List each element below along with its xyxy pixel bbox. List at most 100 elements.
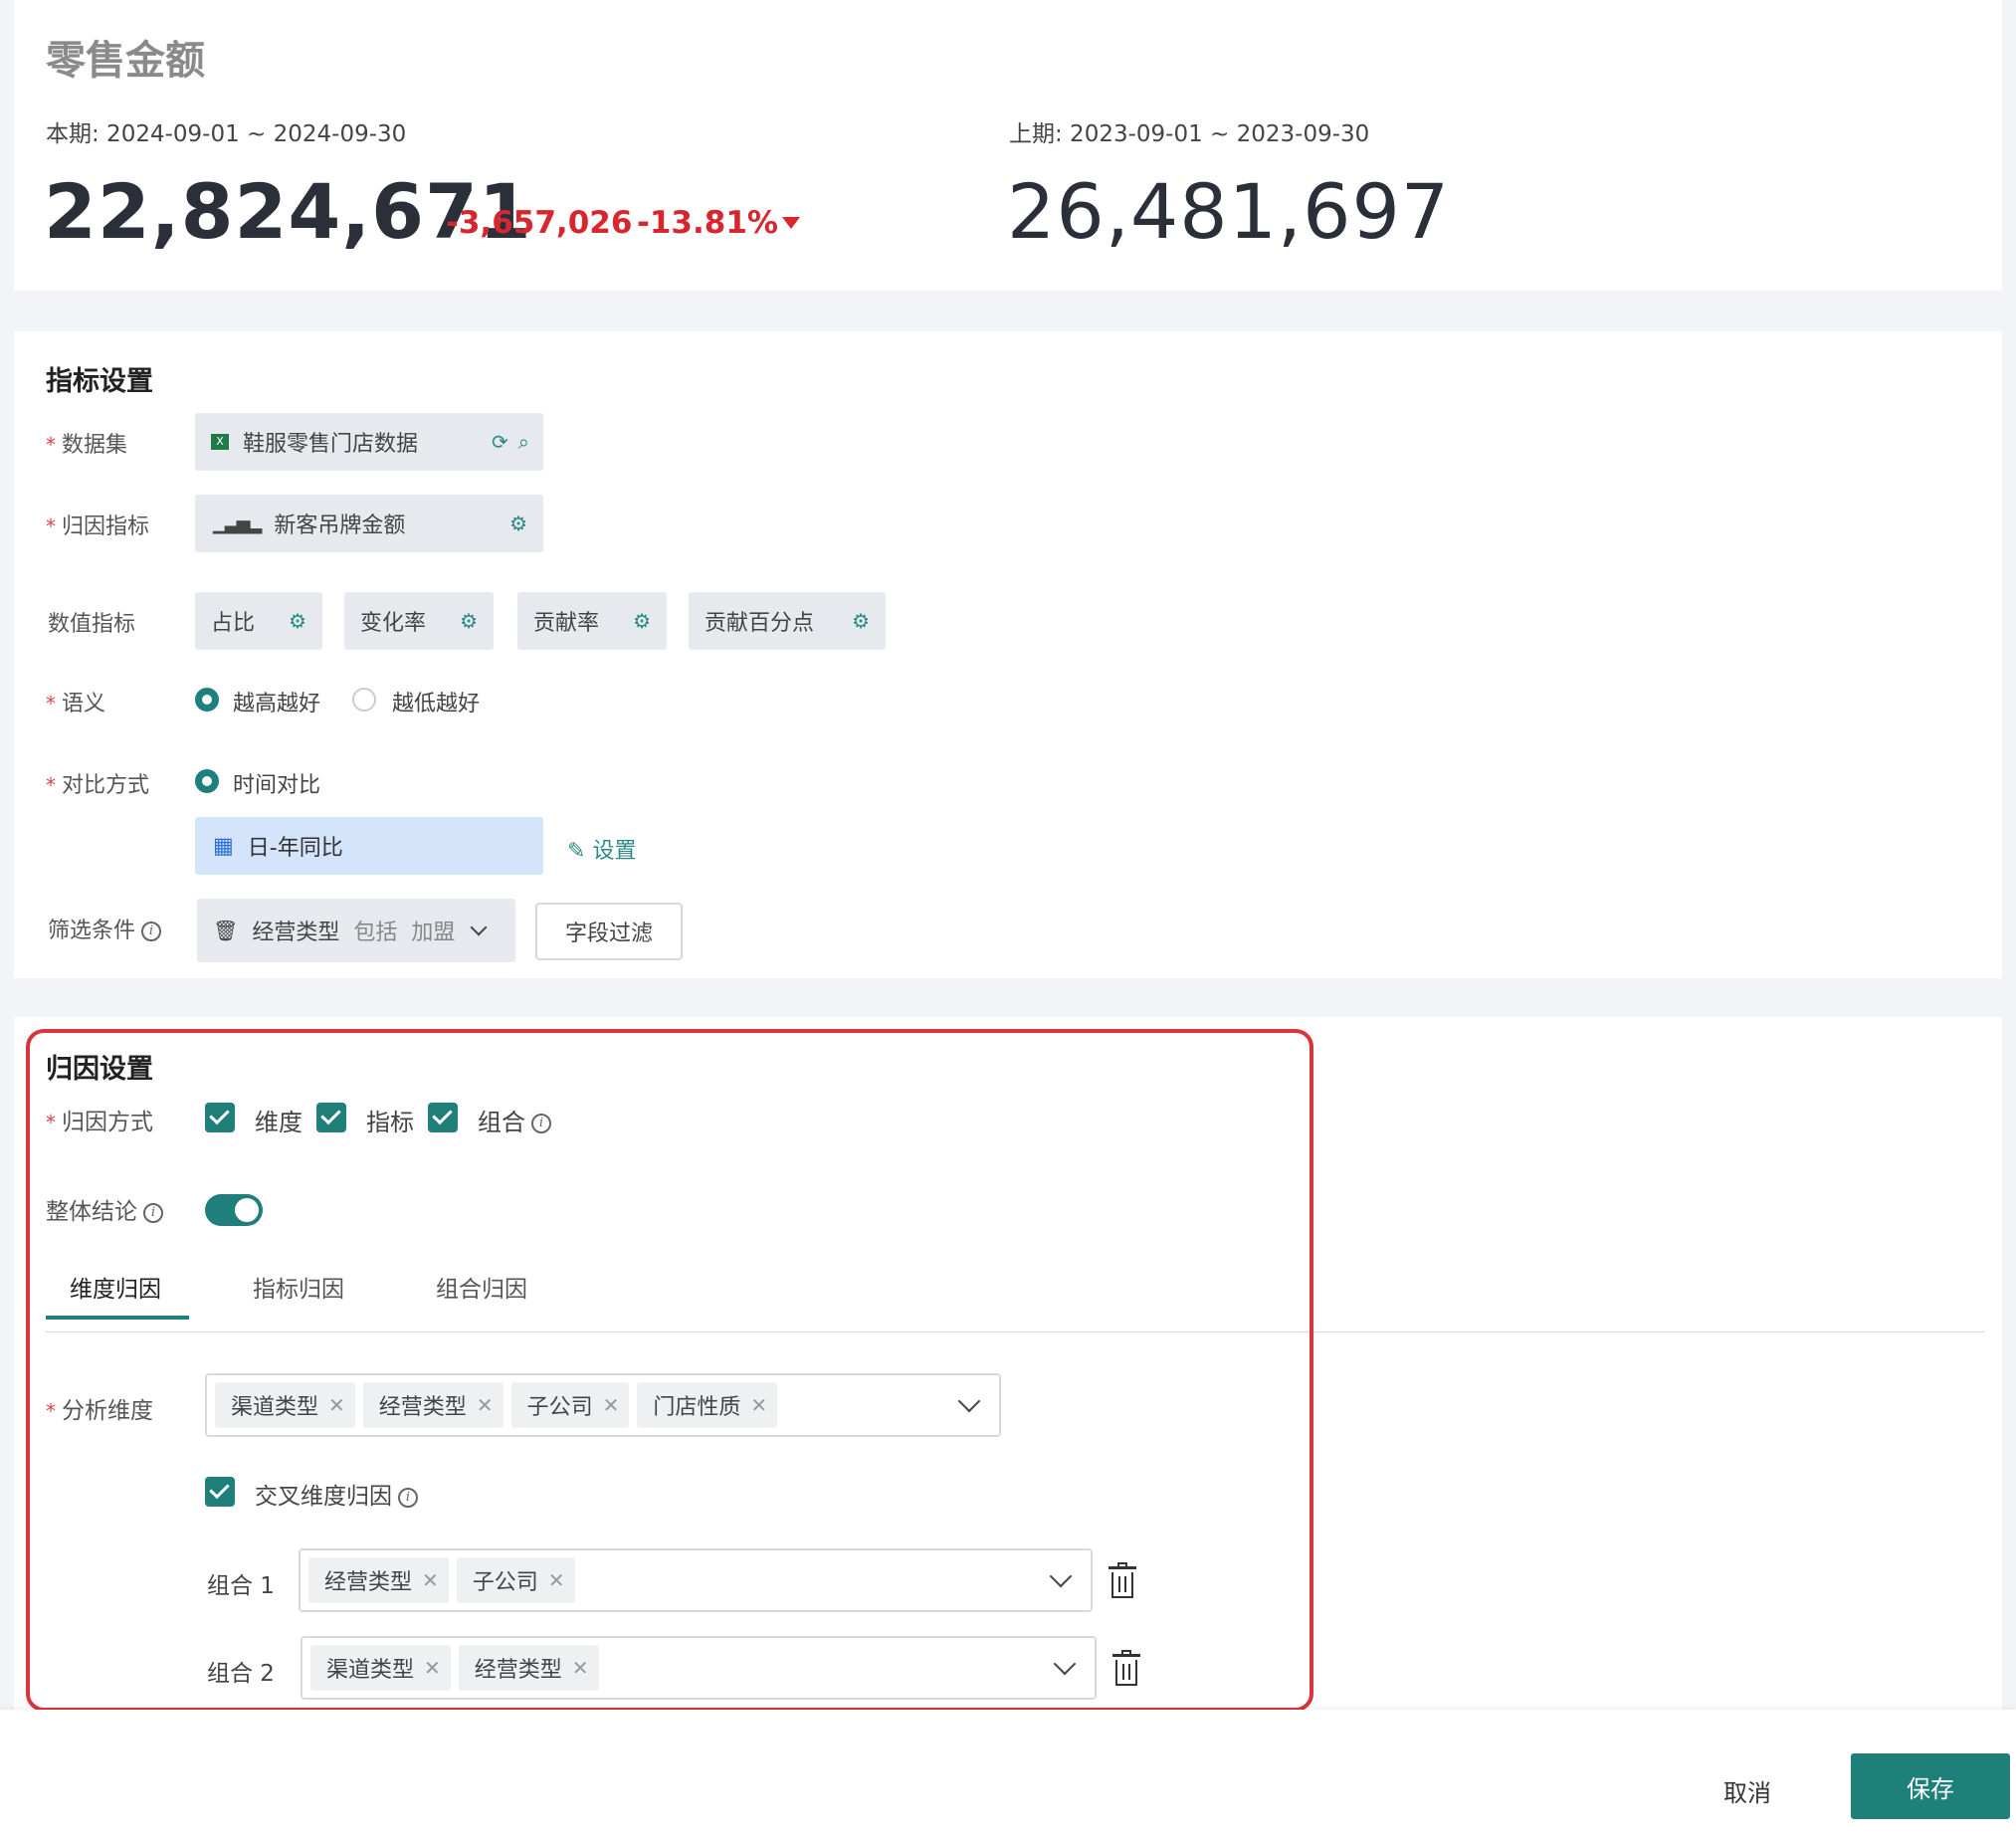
dimension-chip: 门店性质 ✕ — [637, 1382, 778, 1428]
radio-time-compare[interactable] — [195, 769, 219, 793]
tab-metric-attribution[interactable]: 指标归因 — [253, 1270, 344, 1304]
gear-icon[interactable]: ⚙ — [460, 609, 478, 633]
metric-tag-change-rate[interactable]: 变化率 ⚙ — [344, 592, 494, 650]
close-icon[interactable]: ✕ — [603, 1393, 620, 1417]
compare-mode-value: 日-年同比 — [247, 836, 343, 861]
close-icon[interactable]: ✕ — [424, 1656, 441, 1680]
checkbox-dimension[interactable] — [205, 1103, 235, 1132]
down-triangle-icon — [782, 217, 800, 229]
compare-set-link[interactable]: ✎ 设置 — [567, 833, 636, 865]
metric-tag-label: 贡献率 — [533, 611, 600, 636]
radio-time-compare-label: 时间对比 — [233, 773, 321, 798]
overall-conclusion-label: 整体结论 i — [46, 1192, 163, 1226]
excel-icon: X — [211, 434, 229, 450]
kpi-panel: 零售金额 本期: 2024-09-01 ~ 2024-09-30 上期: 202… — [14, 0, 2002, 291]
overall-conclusion-toggle[interactable] — [205, 1194, 263, 1226]
cross-dimension-label: 交叉维度归因 i — [255, 1477, 418, 1511]
checkbox-metric[interactable] — [316, 1103, 346, 1132]
dataset-field[interactable]: X 鞋服零售门店数据 ⟳ ⌕ — [195, 413, 543, 471]
analysis-dimension-label: * 分析维度 — [46, 1398, 153, 1424]
gear-icon[interactable]: ⚙ — [633, 609, 651, 633]
radio-lower-better[interactable] — [352, 688, 376, 712]
info-icon[interactable]: i — [531, 1114, 551, 1133]
close-icon[interactable]: ✕ — [422, 1568, 439, 1592]
checkbox-cross-dimension[interactable] — [205, 1477, 235, 1507]
filter-label: 筛选条件 i — [48, 913, 162, 944]
attribution-settings-panel: 归因设置 * 归因方式 维度 指标 组合 i 整体结论 i 维度归因 指标归因 组合归… — [14, 1017, 2002, 1714]
tab-combination-attribution[interactable]: 组合归因 — [436, 1270, 527, 1304]
refresh-icon[interactable]: ⟳ — [492, 430, 508, 454]
combo-chip: 渠道类型 ✕ — [310, 1645, 451, 1691]
current-period-label: 本期: 2024-09-01 ~ 2024-09-30 — [46, 121, 407, 147]
close-icon[interactable]: ✕ — [328, 1393, 345, 1417]
footer-bar: 取消 保存 — [0, 1710, 2016, 1841]
trash-icon[interactable]: 🗑 — [213, 919, 238, 942]
metric-tag-label: 贡献百分点 — [705, 611, 815, 636]
checkbox-dimension-label: 维度 — [255, 1109, 302, 1136]
close-icon[interactable]: ✕ — [750, 1393, 767, 1417]
metric-tag-label: 占比 — [211, 611, 256, 636]
tabs-divider — [46, 1331, 1984, 1332]
checkbox-combination-label: 组合 i — [478, 1103, 551, 1137]
metric-tag-contribution-rate[interactable]: 贡献率 ⚙ — [517, 592, 667, 650]
close-icon[interactable]: ✕ — [572, 1656, 589, 1680]
chevron-down-icon[interactable] — [1049, 1564, 1073, 1588]
metric-settings-panel: 指标设置 * 数据集 X 鞋服零售门店数据 ⟳ ⌕ * 归因指标 ▁▃▅▂ 新客吊牌… — [14, 331, 2002, 978]
trash-icon[interactable] — [1112, 1650, 1140, 1686]
filter-value: 加盟 — [411, 920, 456, 945]
checkbox-metric-label: 指标 — [366, 1109, 414, 1136]
attribution-metric-value: 新客吊牌金额 — [274, 513, 406, 538]
diff-value: -3,657,026 — [446, 205, 633, 241]
metric-tag-share[interactable]: 占比 ⚙ — [195, 592, 322, 650]
info-icon[interactable]: i — [398, 1487, 418, 1508]
close-icon[interactable]: ✕ — [548, 1568, 565, 1592]
edit-icon: ✎ — [567, 839, 593, 864]
kpi-title: 零售金额 — [46, 38, 205, 84]
radio-higher-better-label: 越高越好 — [233, 692, 321, 716]
metric-tag-contribution-points[interactable]: 贡献百分点 ⚙ — [689, 592, 886, 650]
calendar-icon: ▦ — [213, 833, 234, 859]
numeric-metrics-label: 数值指标 — [48, 612, 136, 637]
filter-condition[interactable]: 🗑 经营类型 包括 加盟 — [197, 899, 515, 962]
combo-2-label: 组合 2 — [207, 1661, 275, 1687]
diff-percent: -13.81% — [637, 205, 778, 241]
radio-higher-better[interactable] — [195, 688, 219, 712]
close-icon[interactable]: ✕ — [477, 1393, 494, 1417]
attribution-method-label: * 归因方式 — [46, 1110, 153, 1135]
compare-mode-field[interactable]: ▦ 日-年同比 — [195, 817, 543, 875]
dataset-label: * 数据集 — [46, 433, 128, 458]
gear-icon[interactable]: ⚙ — [289, 609, 306, 633]
attribution-metric-field[interactable]: ▁▃▅▂ 新客吊牌金额 ⚙ — [195, 495, 543, 552]
save-button[interactable]: 保存 — [1851, 1753, 2010, 1819]
metric-settings-title: 指标设置 — [46, 366, 153, 397]
bar-chart-icon: ▁▃▅▂ — [213, 512, 262, 534]
combo-1-label: 组合 1 — [207, 1573, 275, 1599]
combo-chip: 经营类型 ✕ — [308, 1557, 449, 1603]
info-icon[interactable]: i — [141, 921, 162, 941]
chevron-down-icon[interactable] — [957, 1389, 981, 1413]
chevron-down-icon[interactable] — [470, 919, 488, 936]
dimension-chip: 渠道类型 ✕ — [215, 1382, 355, 1428]
metric-tag-label: 变化率 — [360, 611, 427, 636]
combo-2-select[interactable]: 渠道类型 ✕ 经营类型 ✕ — [301, 1636, 1097, 1700]
tab-dimension-attribution[interactable]: 维度归因 — [70, 1270, 161, 1304]
combo-1-select[interactable]: 经营类型 ✕ 子公司 ✕ — [299, 1548, 1093, 1612]
trash-icon[interactable] — [1109, 1562, 1136, 1598]
gear-icon[interactable]: ⚙ — [509, 511, 527, 535]
chevron-down-icon[interactable] — [1053, 1652, 1077, 1676]
field-filter-button[interactable]: 字段过滤 — [535, 903, 683, 960]
attribution-settings-title: 归因设置 — [46, 1054, 153, 1085]
dataset-value: 鞋服零售门店数据 — [243, 432, 419, 457]
checkbox-combination[interactable] — [428, 1103, 458, 1132]
preview-icon[interactable]: ⌕ — [518, 430, 529, 454]
combo-chip: 经营类型 ✕ — [458, 1645, 599, 1691]
dimension-chip: 子公司 ✕ — [510, 1382, 630, 1428]
active-tab-indicator — [46, 1316, 189, 1320]
analysis-dimension-select[interactable]: 渠道类型 ✕ 经营类型 ✕ 子公司 ✕ 门店性质 ✕ — [205, 1373, 1001, 1437]
cancel-button[interactable]: 取消 — [1698, 1765, 1797, 1815]
gear-icon[interactable]: ⚙ — [852, 609, 870, 633]
info-icon[interactable]: i — [143, 1202, 163, 1223]
filter-field: 经营类型 — [252, 920, 340, 945]
previous-value: 26,481,697 — [1007, 167, 1451, 256]
filter-operator: 包括 — [353, 920, 398, 945]
